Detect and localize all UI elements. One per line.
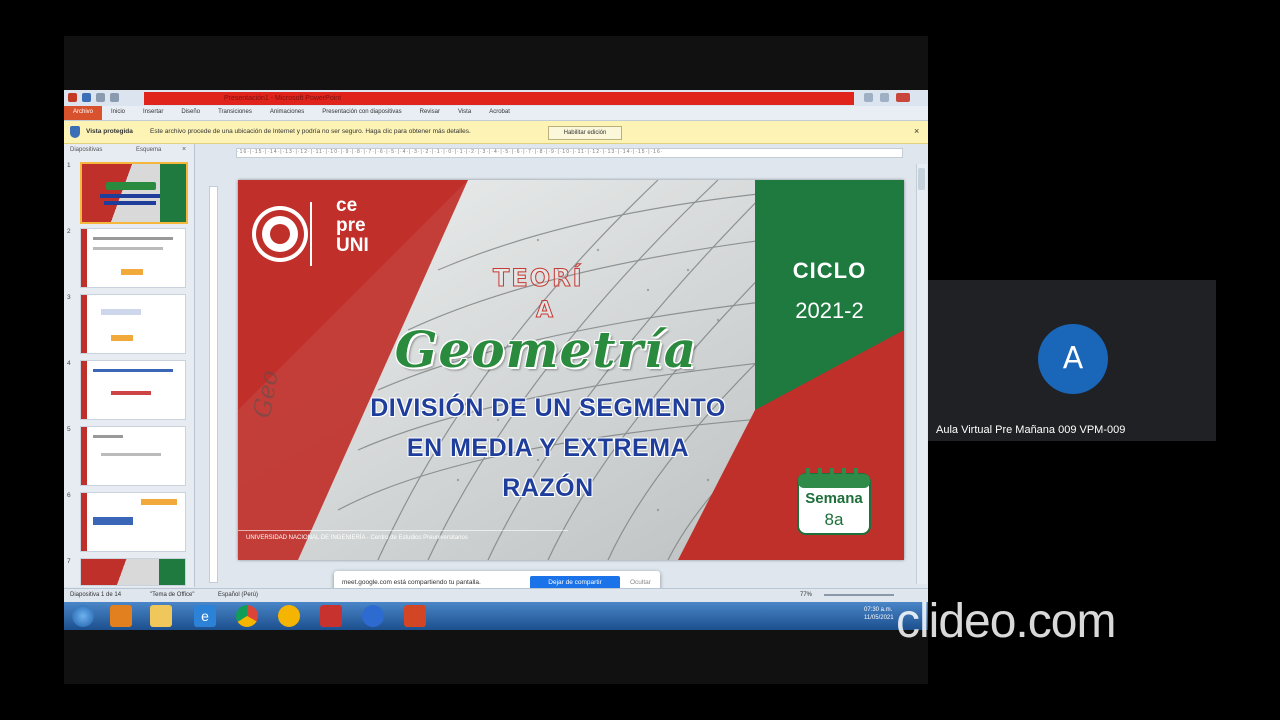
teoria-text: TEORÍ xyxy=(493,264,584,293)
clideo-watermark: clideo.com xyxy=(896,595,1116,648)
powerpoint-app-icon[interactable] xyxy=(68,93,77,102)
tab-outline[interactable]: Esquema xyxy=(136,147,161,153)
maximize-icon[interactable] xyxy=(880,93,889,102)
slide-number: 3 xyxy=(67,294,71,301)
slides-panel: Diapositivas Esquema × 1 2 3 4 5 6 7 xyxy=(64,144,195,587)
horizontal-ruler: ·16·|·15·|·14·|·13·|·12·|·11·|·10·|·9·|·… xyxy=(236,148,903,158)
shield-icon xyxy=(70,126,80,138)
slide-number: 6 xyxy=(67,492,71,499)
status-bar: Diapositiva 1 de 14 "Tema de Office" Esp… xyxy=(64,588,928,601)
slide-thumbnail-5[interactable] xyxy=(80,426,186,486)
participant-avatar: A xyxy=(1038,324,1108,394)
enable-editing-button[interactable]: Habilitar edición xyxy=(548,126,622,140)
slide-thumbnail-6[interactable] xyxy=(80,492,186,552)
tab-transitions[interactable]: Transiciones xyxy=(209,106,261,120)
close-window-icon[interactable] xyxy=(896,93,910,102)
slide-position: Diapositiva 1 de 14 xyxy=(70,592,122,598)
slide-thumbnail-2[interactable] xyxy=(80,228,186,288)
semana-label: Semana xyxy=(805,490,863,507)
file-explorer-icon[interactable] xyxy=(150,605,172,627)
tab-file[interactable]: Archivo xyxy=(64,106,103,120)
windows-taskbar: e 07:30 a.m. 11/05/2021 xyxy=(64,602,928,630)
ciclo-year: 2021-2 xyxy=(795,298,864,323)
slide-title: Geometría xyxy=(394,320,698,379)
window-title: Presentación1 - Microsoft PowerPoint xyxy=(144,92,854,105)
zoom-slider[interactable] xyxy=(824,594,894,596)
tab-insert[interactable]: Insertar xyxy=(134,106,172,120)
zoom-app-icon[interactable] xyxy=(362,605,384,627)
tab-review[interactable]: Revisar xyxy=(411,106,449,120)
slide-subtitle-line-1: DIVISIÓN DE UN SEGMENTO xyxy=(370,394,726,422)
ciclo-label: CICLO xyxy=(792,258,867,283)
tab-design[interactable]: Diseño xyxy=(172,106,209,120)
protected-view-message[interactable]: Este archivo procede de una ubicación de… xyxy=(150,128,471,135)
protected-view-label: Vista protegida xyxy=(86,128,133,135)
internet-explorer-icon[interactable]: e xyxy=(194,605,216,627)
slide-subtitle-line-2: EN MEDIA Y EXTREMA xyxy=(406,434,690,462)
slide-number: 2 xyxy=(67,228,71,235)
protected-view-bar: Vista protegida Este archivo procede de … xyxy=(64,121,928,144)
close-panel-icon[interactable]: × xyxy=(182,146,186,153)
slide-subtitle-line-3: RAZÓN xyxy=(502,474,594,502)
participant-name: Aula Virtual Pre Mañana 009 VPM-009 xyxy=(936,424,1126,436)
start-button-icon[interactable] xyxy=(72,605,94,627)
university-seal-logo xyxy=(250,192,314,276)
powerpoint-taskbar-icon[interactable] xyxy=(404,605,426,627)
tab-acrobat[interactable]: Acrobat xyxy=(480,106,519,120)
theme-name: "Tema de Office" xyxy=(150,592,195,598)
zoom-level[interactable]: 77% xyxy=(800,589,812,601)
vertical-ruler xyxy=(209,186,218,583)
slide-thumbnail-4[interactable] xyxy=(80,360,186,420)
mail-app-icon[interactable] xyxy=(320,605,342,627)
tab-animations[interactable]: Animaciones xyxy=(261,106,313,120)
powerpoint-window: Presentación1 - Microsoft PowerPoint Arc… xyxy=(64,90,928,630)
slide-number: 7 xyxy=(67,558,71,565)
participant-tile[interactable]: A Aula Virtual Pre Mañana 009 VPM-009 xyxy=(928,280,1216,441)
slide-number: 5 xyxy=(67,426,71,433)
tab-home[interactable]: Inicio xyxy=(102,106,134,120)
slide-thumbnail-1[interactable] xyxy=(80,162,188,224)
close-icon[interactable]: × xyxy=(914,126,919,136)
slide-thumbnail-7[interactable] xyxy=(80,558,186,586)
slide-thumbnail-3[interactable] xyxy=(80,294,186,354)
title-bar: Presentación1 - Microsoft PowerPoint xyxy=(64,90,928,117)
slide-number: 4 xyxy=(67,360,71,367)
slide-footer: UNIVERSIDAD NACIONAL DE INGENIERÍA - Cen… xyxy=(238,530,568,544)
taskbar-clock[interactable]: 07:30 a.m. 11/05/2021 xyxy=(864,606,894,622)
scroll-thumb[interactable] xyxy=(918,168,925,190)
slide-number: 1 xyxy=(67,162,71,169)
language[interactable]: Español (Perú) xyxy=(218,589,258,601)
undo-icon[interactable] xyxy=(96,93,105,102)
chrome-canary-icon[interactable] xyxy=(278,605,300,627)
slide-canvas[interactable]: ce pre UNI TEORÍ A Geo Geometría DIVISIÓ… xyxy=(238,180,904,560)
ribbon-tabs: Archivo Inicio Insertar Diseño Transicio… xyxy=(64,106,928,121)
slides-panel-tabs: Diapositivas Esquema × xyxy=(64,144,194,158)
semana-number: 8a xyxy=(824,510,844,529)
vertical-scrollbar[interactable] xyxy=(916,164,927,584)
tab-view[interactable]: Vista xyxy=(449,106,480,120)
tab-slides[interactable]: Diapositivas xyxy=(70,147,102,153)
redo-icon[interactable] xyxy=(110,93,119,102)
chrome-icon[interactable] xyxy=(236,605,258,627)
tab-slideshow[interactable]: Presentación con diapositivas xyxy=(313,106,410,120)
media-player-icon[interactable] xyxy=(110,605,132,627)
minimize-icon[interactable] xyxy=(864,93,873,102)
cepre-uni-logo-text: ce pre UNI xyxy=(336,195,369,256)
save-icon[interactable] xyxy=(82,93,91,102)
